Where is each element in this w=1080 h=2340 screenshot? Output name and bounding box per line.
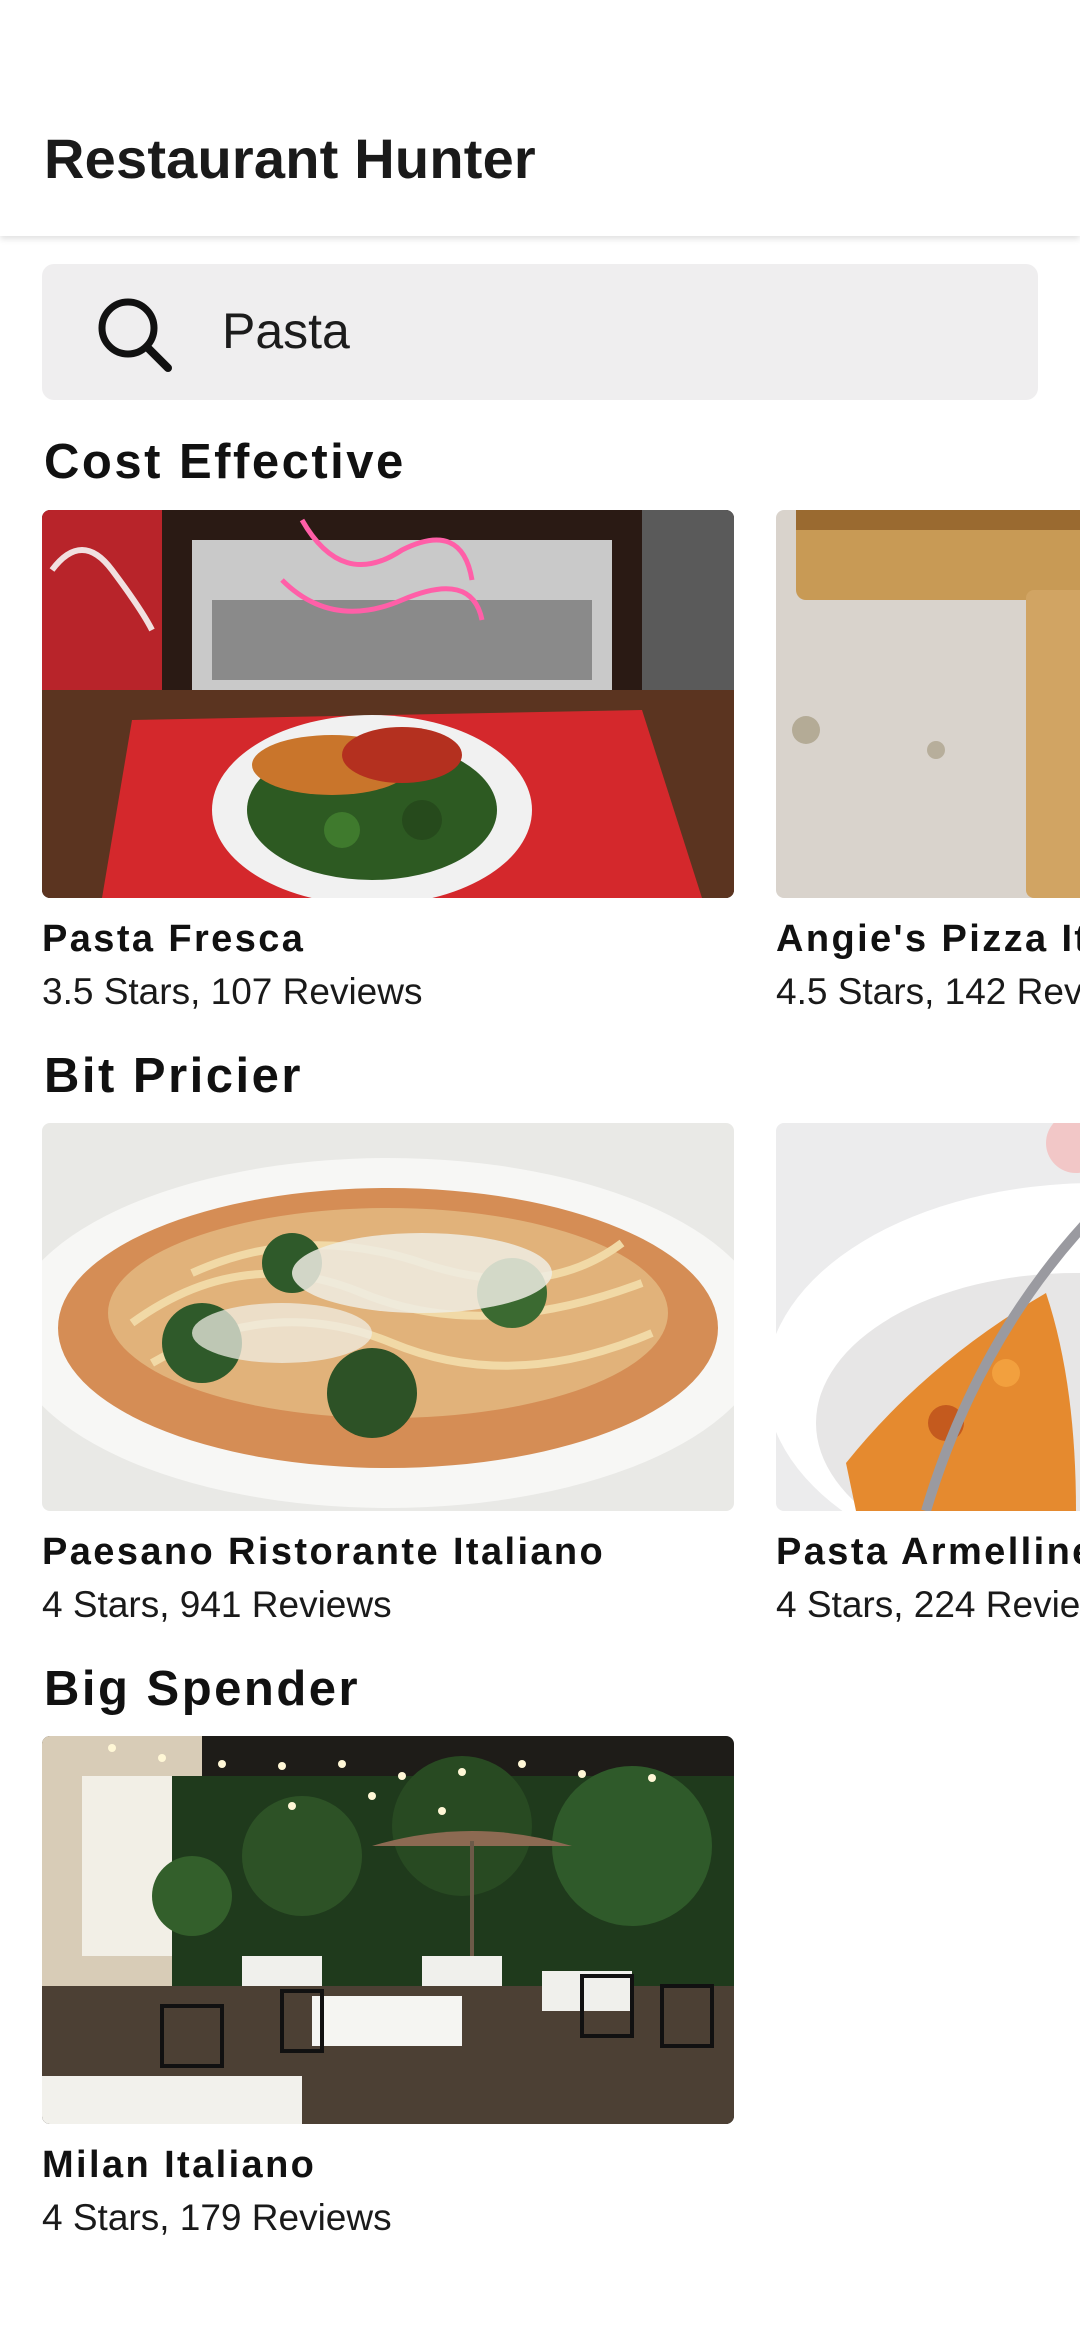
section-title-bit-pricier: Bit Pricier <box>44 1049 303 1103</box>
section-title-cost-effective: Cost Effective <box>44 435 406 489</box>
restaurant-card[interactable]: Paesano Ristorante Italiano 4 Stars, 941… <box>42 1123 734 1626</box>
restaurant-rating: 4.5 Stars, 142 Rev <box>776 971 1080 1012</box>
search-icon[interactable] <box>90 290 178 378</box>
section-title-big-spender: Big Spender <box>44 1662 361 1716</box>
restaurant-rating: 4 Stars, 179 Reviews <box>42 2197 392 2238</box>
restaurant-rating: 4 Stars, 941 Reviews <box>42 1584 392 1625</box>
patio-dining-photo[interactable] <box>42 1736 734 2124</box>
restaurant-name: Pasta Fresca <box>42 918 306 960</box>
restaurant-rating: 3.5 Stars, 107 Reviews <box>42 971 423 1012</box>
spaghetti-bowl-photo[interactable] <box>42 1123 734 1511</box>
restaurant-name: Milan Italiano <box>42 2144 317 2186</box>
restaurant-rating: 4 Stars, 224 Revie <box>776 1584 1080 1625</box>
restaurant-card[interactable]: Milan Italiano 4 Stars, 179 Reviews <box>42 1736 734 2239</box>
restaurant-card[interactable]: Pasta Fresca 3.5 Stars, 107 Reviews <box>42 510 734 1013</box>
app-bar: Restaurant Hunter <box>0 0 1080 236</box>
search-bar[interactable]: Pasta <box>42 264 1038 400</box>
garlic-bread-photo[interactable] <box>776 510 1080 898</box>
pasta-tray-photo[interactable] <box>42 510 734 898</box>
restaurant-name: Paesano Ristorante Italiano <box>42 1531 606 1573</box>
app-title: Restaurant Hunter <box>44 127 536 190</box>
penne-bowl-photo[interactable] <box>776 1123 1080 1511</box>
search-input[interactable]: Pasta <box>222 302 350 360</box>
restaurant-card[interactable]: Angie's Pizza It 4.5 Stars, 142 Rev <box>776 510 1080 1013</box>
restaurant-name: Angie's Pizza It <box>776 918 1080 960</box>
restaurant-card[interactable]: Pasta Armelline 4 Stars, 224 Revie <box>776 1123 1080 1626</box>
restaurant-name: Pasta Armelline <box>776 1531 1080 1573</box>
